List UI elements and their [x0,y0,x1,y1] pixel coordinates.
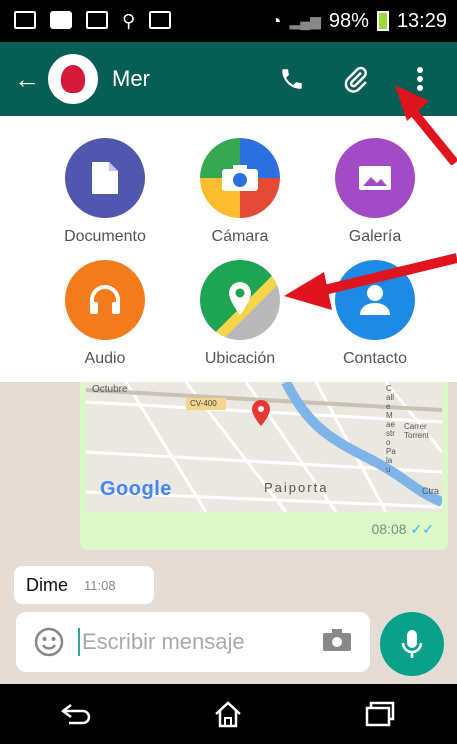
microphone-icon [401,630,423,658]
document-icon[interactable] [65,138,145,218]
status-bar: ⚲ ◔ ▂▄▆ 98% 13:29 [0,0,457,42]
attach-label: Galería [348,228,402,245]
message-meta: 08:08 ✓✓ [371,521,434,538]
message-placeholder: Escribir mensaje [82,629,245,654]
chat-area[interactable]: Octubre CV-400 Google Paiporta Carrer To… [0,382,457,684]
headphones-icon[interactable] [65,260,145,340]
attach-label: Documento [64,228,146,245]
message-composer[interactable]: Escribir mensaje [16,612,370,672]
message-text: Dime [26,574,69,595]
camera-icon[interactable] [322,628,352,657]
attach-document[interactable]: Documento [35,138,175,246]
map-label: Carrer Torrent [404,422,429,440]
text-caret [78,628,80,656]
message-time: 08:08 [371,521,407,537]
attachment-panel: Documento Cámara Galería Audio Ubicación… [0,116,457,382]
attach-audio[interactable]: Audio [35,260,175,368]
screenshot-icon [149,10,172,29]
attach-label: Cámara [211,228,269,245]
clock: 13:29 [396,9,447,32]
avatar[interactable] [48,54,98,104]
map-preview[interactable]: Octubre CV-400 Google Paiporta Carrer To… [86,382,442,512]
nav-home-icon[interactable] [203,694,253,734]
sms-icon [50,10,72,29]
map-label: Ctra [422,486,440,496]
read-ticks-icon: ✓✓ [410,521,434,537]
signal-icon: ▂▄▆ [289,12,321,29]
attach-location[interactable]: Ubicación [170,260,310,368]
microphone-button[interactable] [380,612,444,676]
mail-icon [14,10,36,29]
map-label: Calle Maestro Palau [386,384,396,474]
attach-camera[interactable]: Cámara [170,138,310,246]
map-label: Octubre [92,384,128,395]
attach-clip-icon[interactable] [339,62,373,96]
usb-icon: ⚲ [122,10,136,31]
attach-label: Ubicación [204,350,276,367]
nav-back-icon[interactable] [51,694,101,734]
battery-percentage: 98% [328,9,369,32]
google-logo: Google [100,478,172,500]
navigation-bar [0,684,457,744]
gallery-icon[interactable] [335,138,415,218]
map-label: Paiporta [264,480,329,495]
chat-header: ← Mer [0,42,457,116]
image-icon [86,10,108,29]
contact-name[interactable]: Mer [112,66,150,92]
nav-recents-icon[interactable] [356,694,406,734]
message-input[interactable]: Escribir mensaje [78,628,245,656]
location-message[interactable]: Octubre CV-400 Google Paiporta Carrer To… [80,382,448,550]
map-label: CV-400 [190,399,217,408]
attach-label: Contacto [342,350,408,367]
message-time: 11:08 [84,577,116,593]
more-options-icon[interactable] [403,62,437,96]
battery-icon [376,11,389,31]
attach-label: Audio [84,350,126,367]
location-icon[interactable] [200,260,280,340]
contact-icon[interactable] [335,260,415,340]
attach-contact[interactable]: Contacto [305,260,445,368]
emoji-icon[interactable] [34,627,64,657]
back-arrow-icon[interactable]: ← [14,64,44,95]
wifi-icon: ◔ [270,10,282,31]
phone-icon[interactable] [275,62,309,96]
notification-icons: ⚲ [14,10,172,32]
incoming-message[interactable]: Dime 11:08 [14,566,154,604]
camera-icon[interactable] [200,138,280,218]
attach-gallery[interactable]: Galería [305,138,445,246]
